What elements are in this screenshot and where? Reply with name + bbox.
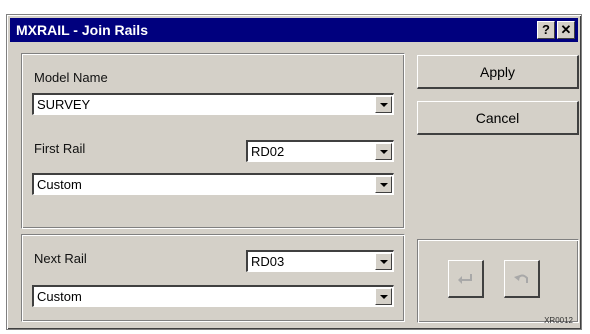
model-name-label: Model Name [34, 70, 108, 85]
chevron-down-icon[interactable] [375, 176, 392, 193]
next-rail-type-value: Custom [37, 289, 82, 304]
title-bar[interactable]: MXRAIL - Join Rails ? ✕ [10, 18, 578, 42]
model-group: Model Name SURVEY First Rail RD02 Custom [21, 53, 405, 229]
next-rail-combobox[interactable]: RD03 [246, 250, 394, 272]
apply-button[interactable]: Apply [417, 55, 579, 89]
first-rail-type-value: Custom [37, 177, 82, 192]
return-arrow-icon[interactable] [448, 260, 484, 298]
chevron-down-icon[interactable] [375, 253, 392, 270]
next-rail-type-combobox[interactable]: Custom [32, 285, 394, 307]
first-rail-type-combobox[interactable]: Custom [32, 173, 394, 195]
cancel-button[interactable]: Cancel [417, 101, 579, 135]
model-name-combobox[interactable]: SURVEY [32, 93, 394, 115]
help-button[interactable]: ? [537, 21, 555, 39]
chevron-down-icon[interactable] [375, 288, 392, 305]
model-name-value: SURVEY [37, 97, 91, 112]
next-rail-value: RD03 [251, 254, 285, 269]
next-rail-group: Next Rail RD03 Custom [21, 234, 405, 322]
close-button[interactable]: ✕ [557, 21, 575, 39]
figure-code: XR0012 [544, 316, 573, 325]
chevron-down-icon[interactable] [375, 96, 392, 113]
window-title: MXRAIL - Join Rails [16, 22, 148, 38]
join-rails-dialog: MXRAIL - Join Rails ? ✕ Model Name SURVE… [6, 14, 582, 330]
chevron-down-icon[interactable] [375, 143, 392, 160]
first-rail-combobox[interactable]: RD02 [246, 140, 394, 162]
navigation-group [417, 239, 579, 323]
first-rail-value: RD02 [251, 144, 285, 159]
undo-icon[interactable] [504, 260, 540, 298]
first-rail-label: First Rail [34, 141, 86, 156]
next-rail-label: Next Rail [34, 251, 87, 266]
